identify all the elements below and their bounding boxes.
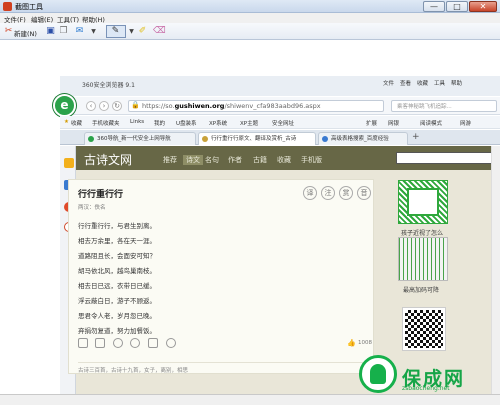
nav-poems[interactable]: 诗文 xyxy=(183,155,203,165)
bookmark-links[interactable]: Links xyxy=(130,119,144,125)
watermark-url: zsbaocheng.net xyxy=(402,385,450,392)
refresh-icon[interactable]: ↻ xyxy=(112,101,122,111)
poem-line: 浮云蔽白日，游子不顾返。 xyxy=(78,297,156,305)
save-icon[interactable]: ▣ xyxy=(45,26,56,37)
thumbs-up-icon[interactable]: 👍 xyxy=(347,339,356,347)
poem-title: 行行重行行 xyxy=(78,190,124,200)
browser-menu-file[interactable]: 文件 xyxy=(383,79,394,87)
new-snip-icon[interactable]: ✂ xyxy=(3,26,14,37)
bookmark-usb[interactable]: U盘装系 xyxy=(176,119,197,127)
nav-collection[interactable]: 收藏 xyxy=(277,155,291,165)
ad-caption[interactable]: 最高加码可降 xyxy=(403,285,439,294)
poem-line: 道路阻且长，会面安可知？ xyxy=(78,252,156,260)
window-title: 截图工具 xyxy=(15,3,43,11)
poem-line: 思君令人老，岁月忽已晚。 xyxy=(78,312,156,320)
toolbar-reading-mode[interactable]: 阅读模式 xyxy=(420,119,442,127)
new-tab-button[interactable]: + xyxy=(412,132,420,142)
tab-360-nav[interactable]: 360导航_新一代安全上网导航 xyxy=(84,132,196,145)
send-dropdown-icon[interactable]: ▼ xyxy=(88,26,99,37)
nav-quotes[interactable]: 名句 xyxy=(205,155,219,165)
comment-icon[interactable] xyxy=(113,338,123,348)
site-search-input[interactable] xyxy=(396,152,500,164)
poem-line: 弃捐勿复道，努力加餐饭。 xyxy=(78,327,156,335)
qr-code xyxy=(402,307,446,351)
bookmark-xp-system[interactable]: XP系统 xyxy=(209,119,227,127)
poem-line: 相去万余里，各在天一涯。 xyxy=(78,237,156,245)
poem-line: 胡马依北风，越鸟巢南枝。 xyxy=(78,267,156,275)
heart-icon[interactable] xyxy=(78,338,88,348)
ad-caption[interactable]: 孩子近视了怎么 xyxy=(401,228,443,237)
edit-icon[interactable] xyxy=(148,338,158,348)
lock-icon: 🔒 xyxy=(131,101,140,109)
browser-menu-tools[interactable]: 工具 xyxy=(434,79,445,87)
translate-button[interactable]: 译 xyxy=(303,186,317,200)
ad-image[interactable] xyxy=(398,237,448,281)
pen-dropdown-icon[interactable]: ▼ xyxy=(126,26,137,37)
close-button[interactable]: ✕ xyxy=(469,1,497,12)
like-count: 1008 xyxy=(358,340,372,346)
nav-classics[interactable]: 古籍 xyxy=(253,155,267,165)
tab-baidu-jingyan[interactable]: 高级表格搜索_百度经验 xyxy=(318,132,408,145)
browser-menu-favorites[interactable]: 收藏 xyxy=(417,79,428,87)
toolbar-games[interactable]: 网游 xyxy=(460,119,471,127)
bookmark-mobile[interactable]: 手机收藏夹 xyxy=(92,119,120,127)
minimize-button[interactable]: — xyxy=(423,1,445,12)
nav-recommend[interactable]: 推荐 xyxy=(163,155,177,165)
poem-line: 相去日已远，衣带日已缓。 xyxy=(78,282,156,290)
address-url[interactable]: https://so.gushiwen.org/shiwenv_cfa983aa… xyxy=(142,102,321,110)
bookmark-star-icon[interactable]: ★ xyxy=(64,119,69,125)
back-icon[interactable]: ‹ xyxy=(86,101,96,111)
tab-favicon-icon xyxy=(322,136,328,142)
bookmark-xp-theme[interactable]: XP主题 xyxy=(240,119,258,127)
watermark-logo-mark xyxy=(370,364,386,384)
audio-play-icon[interactable] xyxy=(130,338,140,348)
toolbar-extensions[interactable]: 扩展 xyxy=(366,119,377,127)
pen-icon[interactable]: ✎ xyxy=(110,26,121,37)
tab-poem-page[interactable]: 行行重行行原文、翻译及赏析_古诗 xyxy=(198,132,316,145)
poem-tags[interactable]: 古诗三百首，古诗十九首，女子，离别，相思 xyxy=(78,362,368,374)
eraser-icon[interactable]: ⌫ xyxy=(153,26,166,37)
new-snip-button[interactable]: 新建(N) xyxy=(14,28,37,38)
sidebar-favorites-icon[interactable] xyxy=(64,158,74,168)
maximize-button[interactable]: □ xyxy=(446,1,468,12)
highlighter-icon[interactable]: ✐ xyxy=(137,26,148,37)
appreciate-button[interactable]: 赏 xyxy=(339,186,353,200)
tab-favicon-icon xyxy=(88,136,94,142)
poem-line: 行行重行行，与君生别离。 xyxy=(78,222,156,230)
nav-mobile[interactable]: 手机版 xyxy=(301,155,322,165)
browser-menu-view[interactable]: 查看 xyxy=(400,79,411,87)
annotate-button[interactable]: 注 xyxy=(321,186,335,200)
copy-icon[interactable]: ❐ xyxy=(58,26,69,37)
bookmark-favorites[interactable]: 收藏 xyxy=(71,119,82,127)
browser-title: 360安全浏览器 9.1 xyxy=(82,82,135,89)
bookmark-safe-sites[interactable]: 安全网址 xyxy=(272,119,294,127)
site-logo[interactable]: 古诗文网 xyxy=(84,151,132,168)
forward-icon[interactable]: › xyxy=(99,101,109,111)
browser-360-logo: e xyxy=(53,94,76,117)
toolbar-netbank[interactable]: 网银 xyxy=(388,119,399,127)
browser-menu-help[interactable]: 帮助 xyxy=(451,79,462,87)
nav-authors[interactable]: 作者 xyxy=(228,155,242,165)
tab-favicon-icon xyxy=(202,136,208,142)
browser-search-placeholder: 乘客神秘跳飞机追踪... xyxy=(397,104,452,110)
scissors-app-icon xyxy=(3,2,12,11)
send-email-icon[interactable]: ✉ xyxy=(74,26,85,37)
status-bar xyxy=(0,394,500,405)
poem-author[interactable]: 两汉：佚名 xyxy=(78,203,106,211)
copy-text-icon[interactable] xyxy=(95,338,105,348)
close-circle-icon[interactable] xyxy=(166,338,176,348)
scrollbar[interactable] xyxy=(491,146,500,394)
bookmark-mine[interactable]: 我的 xyxy=(154,119,165,127)
ad-banner-frame xyxy=(407,188,439,216)
audio-button[interactable]: 音 xyxy=(357,186,371,200)
